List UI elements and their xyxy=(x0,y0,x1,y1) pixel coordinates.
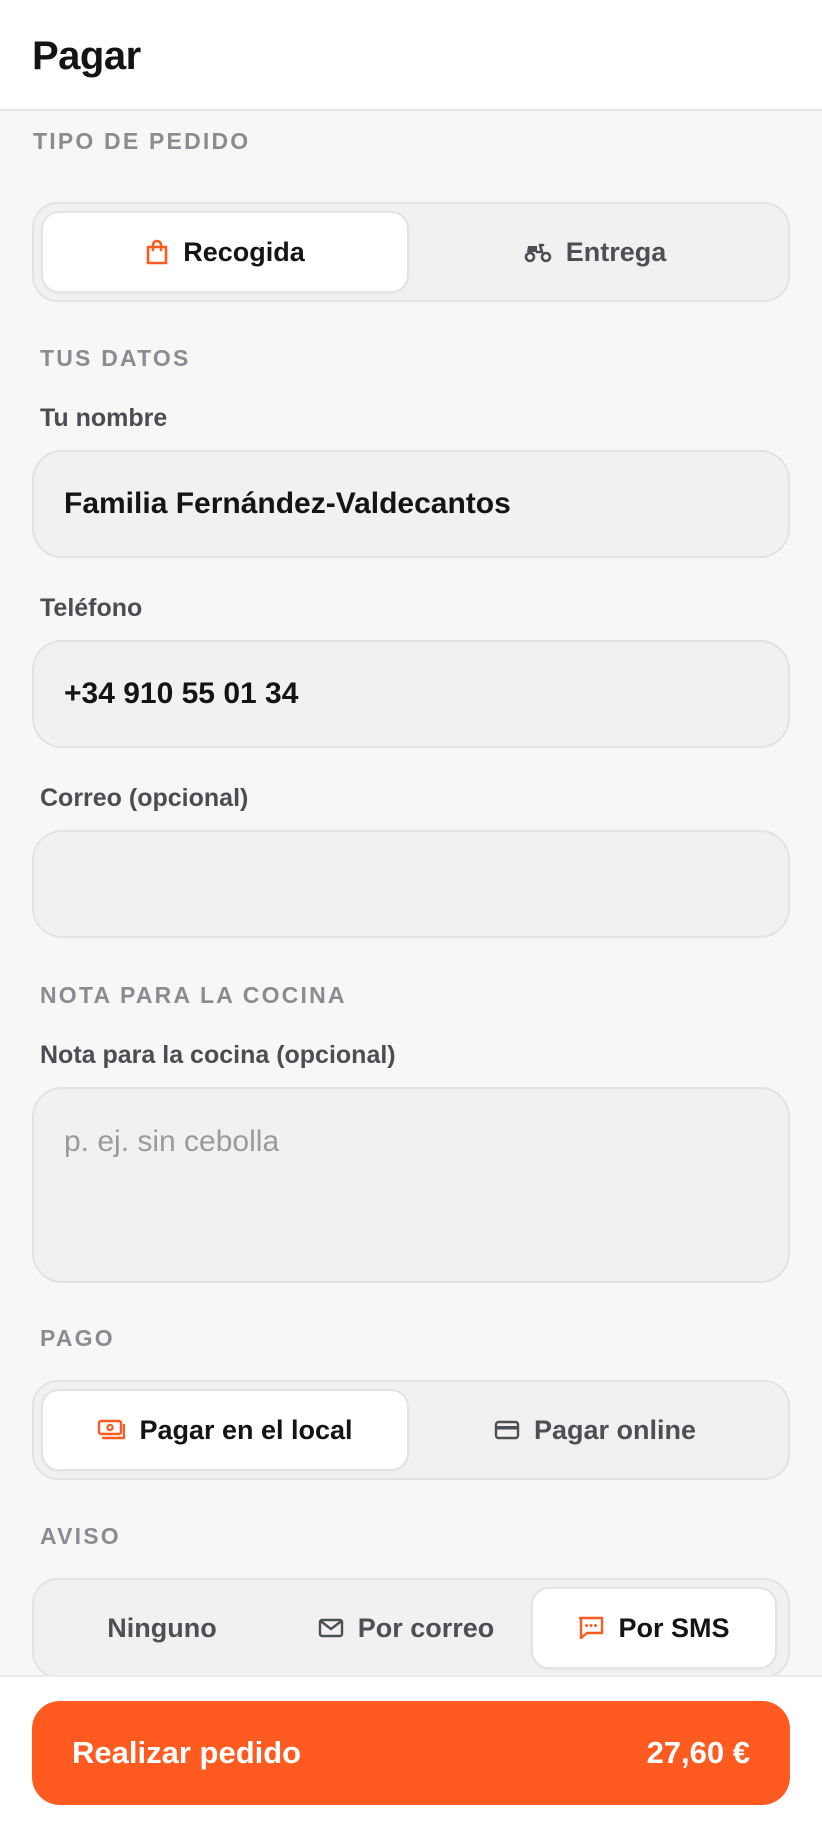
kitchen-note-section-label: NOTA PARA LA COCINA xyxy=(40,982,347,1008)
payment-in-store-option[interactable]: Pagar en el local xyxy=(41,1389,409,1471)
place-order-label: Realizar pedido xyxy=(72,1735,302,1770)
sms-icon xyxy=(578,1616,604,1640)
page-title: Pagar xyxy=(32,34,141,78)
mail-icon xyxy=(318,1618,344,1638)
email-field-label: Correo (opcional) xyxy=(40,784,249,812)
order-total: 27,60 € xyxy=(646,1735,750,1770)
shopping-bag-icon xyxy=(145,239,169,265)
payment-selector: Pagar en el local Pagar online xyxy=(32,1380,790,1480)
notice-sms-label: Por SMS xyxy=(618,1612,730,1643)
payment-section-label: PAGO xyxy=(40,1325,115,1351)
notice-sms-option[interactable]: Por SMS xyxy=(531,1587,777,1669)
your-data-section-label: TUS DATOS xyxy=(40,345,191,371)
order-type-delivery-option[interactable]: Entrega xyxy=(411,211,779,293)
order-type-pickup-label: Recogida xyxy=(183,236,305,267)
kitchen-note-field-label: Nota para la cocina (opcional) xyxy=(40,1041,396,1069)
bottom-bar: Realizar pedido 27,60 € xyxy=(0,1675,822,1828)
top-bar: Pagar xyxy=(0,0,822,111)
order-type-delivery-label: Entrega xyxy=(565,236,667,267)
order-type-pickup-option[interactable]: Recogida xyxy=(41,211,409,293)
notice-email-label: Por correo xyxy=(357,1612,495,1643)
notice-selector: Ninguno Por correo Por SMS xyxy=(32,1578,790,1678)
phone-input[interactable]: +34 910 55 01 34 xyxy=(32,640,790,748)
email-input[interactable] xyxy=(32,830,790,938)
payment-online-option[interactable]: Pagar online xyxy=(411,1389,779,1471)
order-type-section-label: TIPO DE PEDIDO xyxy=(33,128,251,154)
phone-field-label: Teléfono xyxy=(40,594,143,622)
credit-card-icon xyxy=(494,1420,520,1440)
payment-online-label: Pagar online xyxy=(533,1414,697,1445)
kitchen-note-textarea[interactable]: p. ej. sin cebolla xyxy=(32,1087,790,1283)
name-input[interactable]: Familia Fernández-Valdecantos xyxy=(32,450,790,558)
notice-none-label: Ninguno xyxy=(107,1612,217,1643)
notice-section-label: AVISO xyxy=(40,1523,121,1549)
cash-icon xyxy=(97,1419,126,1441)
payment-in-store-label: Pagar en el local xyxy=(139,1414,353,1445)
notice-none-option[interactable]: Ninguno xyxy=(41,1587,283,1669)
place-order-button[interactable]: Realizar pedido 27,60 € xyxy=(32,1701,790,1805)
notice-email-option[interactable]: Por correo xyxy=(285,1587,527,1669)
order-type-selector: Recogida Entrega xyxy=(32,202,790,302)
scooter-icon xyxy=(524,241,552,263)
name-field-label: Tu nombre xyxy=(40,404,168,432)
